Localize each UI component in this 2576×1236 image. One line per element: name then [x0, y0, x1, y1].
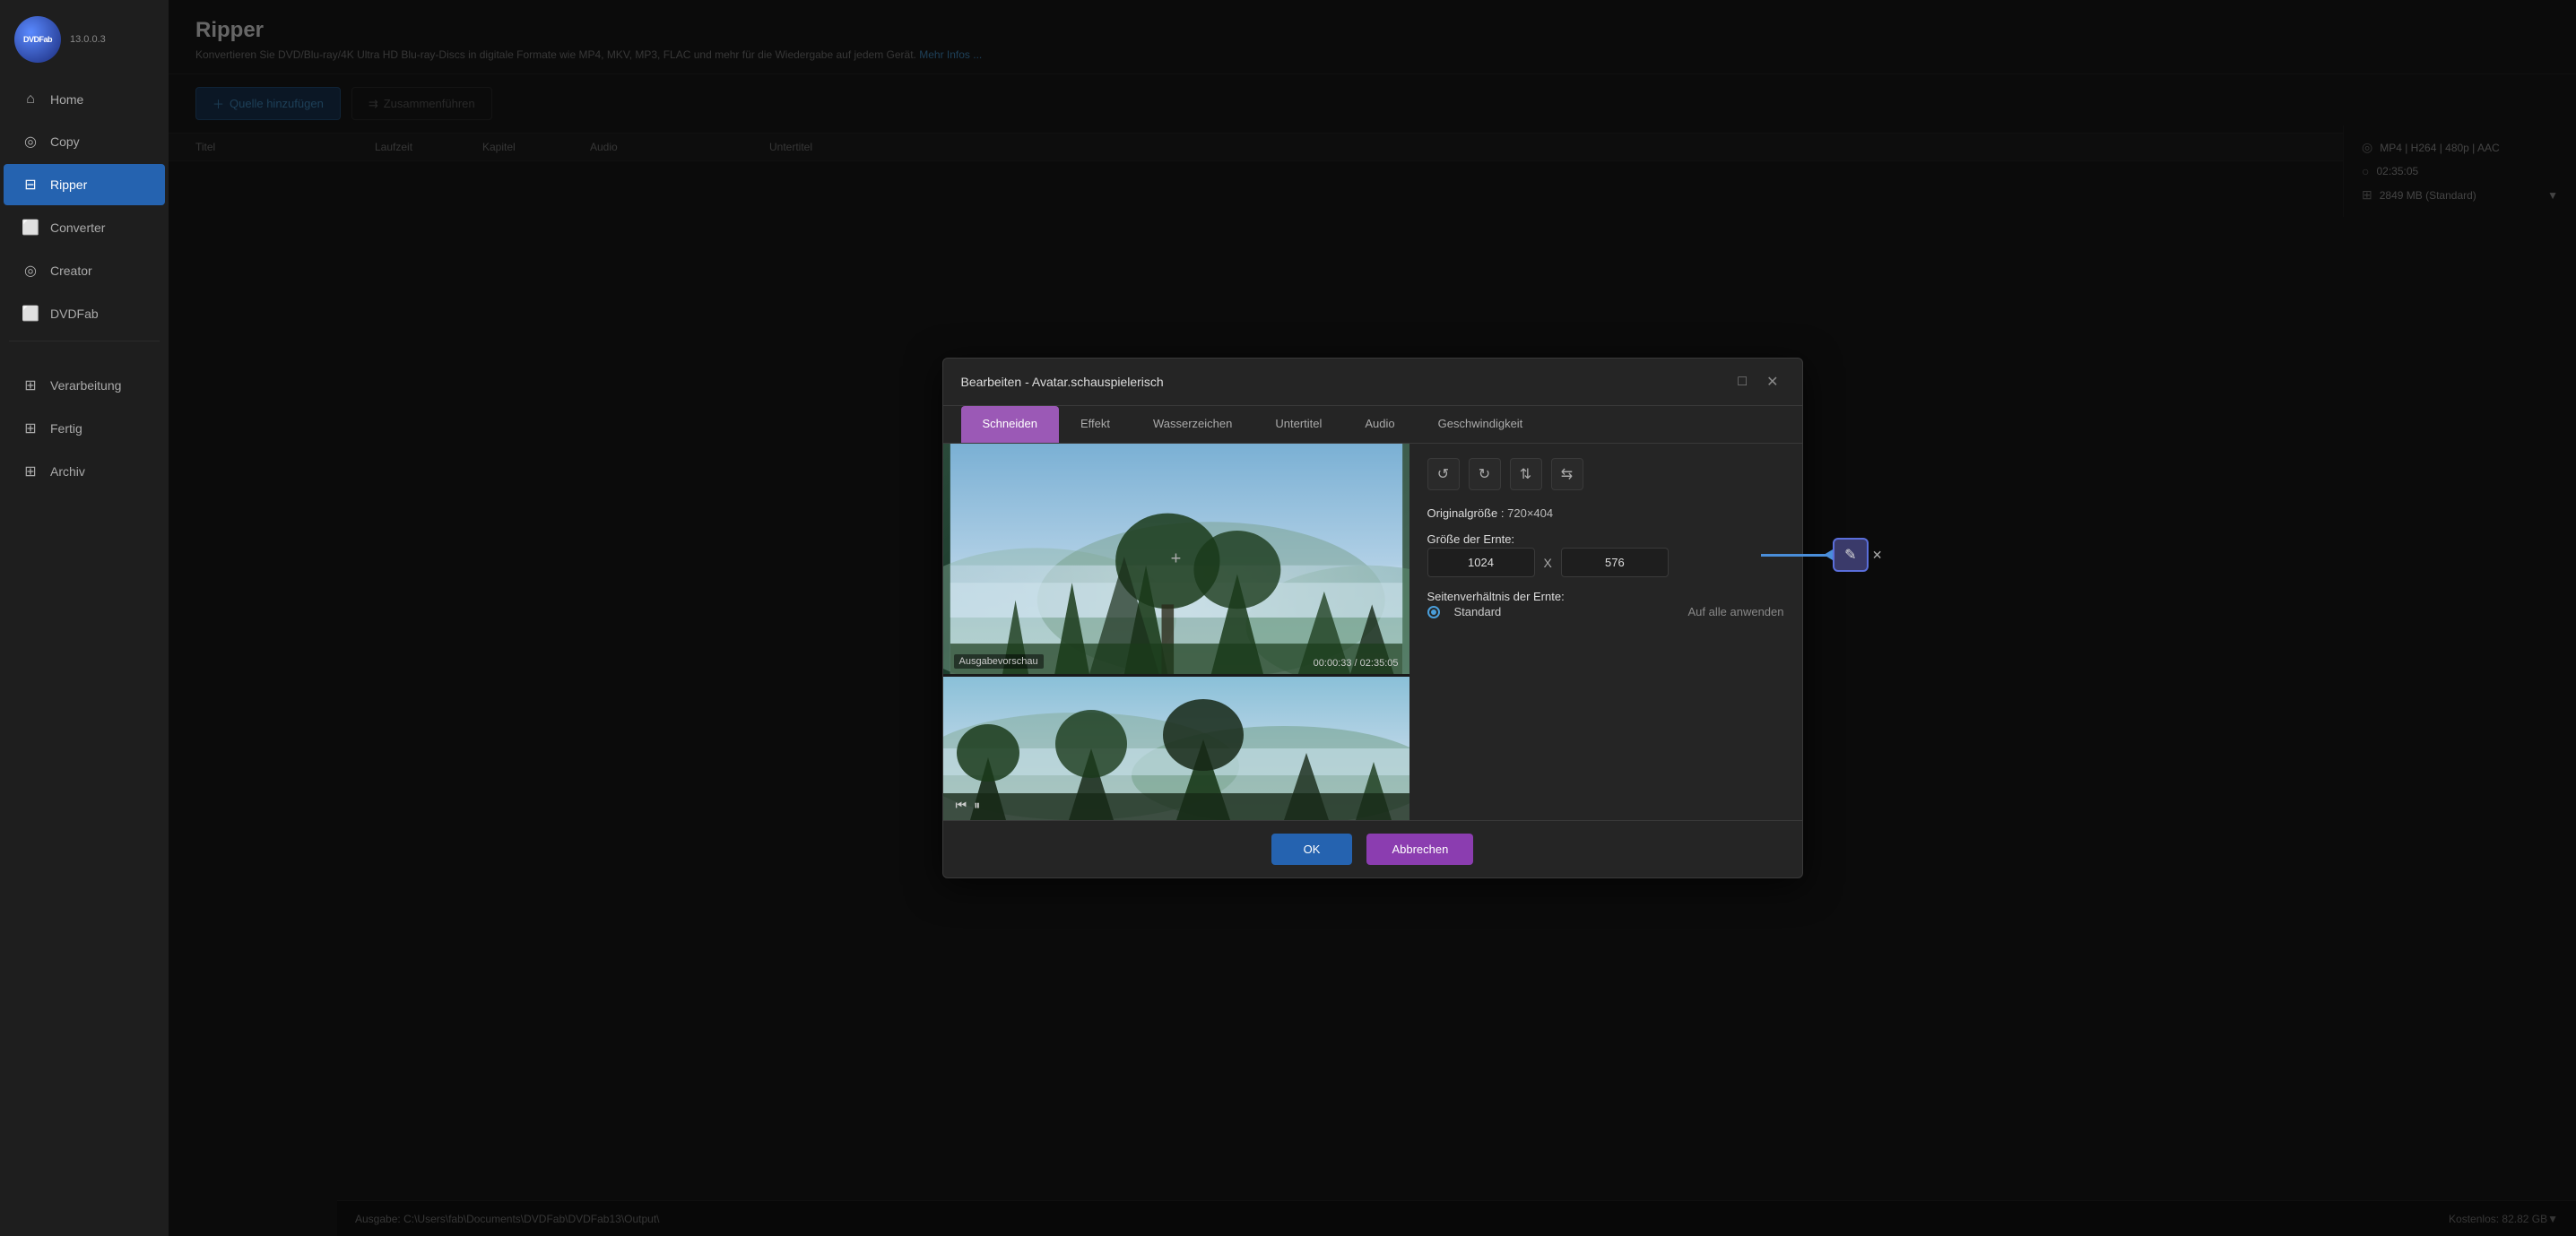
forest-scene-bottom	[943, 677, 1409, 820]
arrow-tooltip: ✎ ✕	[1761, 538, 1883, 572]
creator-icon: ◎	[22, 262, 39, 280]
sidebar-item-archiv-label: Archiv	[50, 464, 85, 479]
play-pause-button[interactable]: ⏸	[972, 796, 982, 815]
modal-maximize-button[interactable]: □	[1732, 372, 1752, 392]
rotate-right-button[interactable]: ↻	[1469, 458, 1501, 490]
sidebar-item-copy[interactable]: ◎ Copy	[4, 121, 165, 162]
crop-width-input[interactable]	[1427, 548, 1535, 577]
sidebar-item-fertig-label: Fertig	[50, 421, 82, 436]
sidebar-item-dvdfab[interactable]: ⬜ DVDFab	[4, 293, 165, 334]
tab-wasserzeichen[interactable]: Wasserzeichen	[1132, 406, 1253, 443]
close-icon: ✕	[1766, 375, 1778, 390]
modal-close-button[interactable]: ✕	[1761, 371, 1783, 393]
modal-title: Bearbeiten - Avatar.schauspielerisch	[961, 375, 1164, 389]
tab-audio[interactable]: Audio	[1343, 406, 1416, 443]
aspect-ratio-field: Seitenverhältnis der Ernte: Standard Auf…	[1427, 590, 1784, 618]
verarbeitung-icon: ⊞	[22, 376, 39, 394]
plus-icon: +	[1171, 549, 1182, 568]
transform-buttons-row: ↺ ↻ ⇅ ⇆	[1427, 458, 1784, 490]
app-logo: DVDFab 13.0.0.3	[0, 0, 169, 79]
original-size-field: Originalgröße : 720×404	[1427, 506, 1784, 520]
sidebar-item-home[interactable]: ⌂ Home	[4, 80, 165, 119]
flip-h-icon: ⇆	[1561, 465, 1573, 483]
sidebar-item-fertig[interactable]: ⊞ Fertig	[4, 408, 165, 449]
edit-controls-section: ↺ ↻ ⇅ ⇆ Originalgröße	[1409, 444, 1802, 820]
flip-vertical-button[interactable]: ⇅	[1510, 458, 1542, 490]
rotate-right-icon: ↻	[1479, 465, 1490, 483]
standard-radio[interactable]	[1427, 606, 1440, 618]
rotate-left-button[interactable]: ↺	[1427, 458, 1460, 490]
sidebar-item-archiv[interactable]: ⊞ Archiv	[4, 451, 165, 492]
edit-modal: Bearbeiten - Avatar.schauspielerisch □ ✕…	[942, 358, 1803, 878]
tab-untertitel[interactable]: Untertitel	[1253, 406, 1343, 443]
sidebar-item-converter-label: Converter	[50, 220, 105, 235]
sidebar-item-verarbeitung[interactable]: ⊞ Verarbeitung	[4, 365, 165, 406]
home-icon: ⌂	[22, 91, 39, 108]
prev-frame-button[interactable]: ⏮	[954, 796, 969, 815]
video-top-frame: + Ausgabevorschau 00:00:33 / 02:35:05	[943, 444, 1409, 674]
crop-size-label: Größe der Ernte:	[1427, 532, 1784, 546]
ripper-icon: ⊟	[22, 176, 39, 194]
copy-icon: ◎	[22, 133, 39, 151]
prev-icon: ⏮	[956, 798, 967, 812]
fertig-icon: ⊞	[22, 419, 39, 437]
sidebar-item-creator[interactable]: ◎ Creator	[4, 250, 165, 291]
sidebar-item-converter[interactable]: ⬜ Converter	[4, 207, 165, 248]
video-controls: ⏮ ⏸	[954, 796, 983, 815]
output-preview-label: Ausgabevorschau	[954, 654, 1044, 669]
tab-schneiden[interactable]: Schneiden	[961, 406, 1059, 443]
modal-header: Bearbeiten - Avatar.schauspielerisch □ ✕	[943, 359, 1802, 406]
sidebar: DVDFab 13.0.0.3 ⌂ Home ◎ Copy ⊟ Ripper ⬜…	[0, 0, 169, 1236]
arrow-head	[1824, 549, 1833, 560]
flip-v-icon: ⇅	[1520, 465, 1531, 483]
video-bottom-frame: ⏮ ⏸	[943, 677, 1409, 820]
modal-footer: OK Abbrechen	[943, 820, 1802, 877]
rotate-left-icon: ↺	[1437, 465, 1449, 483]
converter-icon: ⬜	[22, 219, 39, 237]
pencil-icon: ✎	[1844, 546, 1856, 564]
archiv-icon: ⊞	[22, 462, 39, 480]
dvdfab-icon: ⬜	[22, 305, 39, 323]
original-size-value: 720×404	[1507, 506, 1553, 520]
main-content: Ripper Konvertieren Sie DVD/Blu-ray/4K U…	[169, 0, 2576, 1236]
sidebar-item-creator-label: Creator	[50, 264, 92, 278]
play-icon: ⏸	[974, 798, 980, 812]
arrow-line	[1761, 554, 1833, 557]
aspect-ratio-row: Standard Auf alle anwenden	[1427, 605, 1784, 618]
sidebar-item-home-label: Home	[50, 92, 83, 107]
video-preview-section: + Ausgabevorschau 00:00:33 / 02:35:05	[943, 444, 1409, 820]
sidebar-item-copy-label: Copy	[50, 134, 80, 149]
modal-header-controls: □ ✕	[1732, 371, 1783, 393]
tab-effekt[interactable]: Effekt	[1059, 406, 1132, 443]
tab-geschwindigkeit[interactable]: Geschwindigkeit	[1417, 406, 1545, 443]
video-center-plus: +	[1171, 549, 1182, 569]
crop-inputs-row: X	[1427, 548, 1784, 577]
maximize-icon: □	[1738, 374, 1747, 389]
original-size-label: Originalgröße	[1427, 506, 1498, 520]
crop-x-separator: X	[1544, 556, 1552, 570]
modal-tabs: Schneiden Effekt Wasserzeichen Untertite…	[943, 406, 1802, 444]
crop-height-input[interactable]	[1561, 548, 1669, 577]
standard-label: Standard	[1454, 605, 1502, 618]
apply-all-button[interactable]: Auf alle anwenden	[1688, 605, 1784, 618]
sidebar-item-dvdfab-label: DVDFab	[50, 307, 99, 321]
app-version: 13.0.0.3	[70, 34, 106, 45]
logo-image: DVDFab	[14, 16, 61, 63]
modal-overlay: Bearbeiten - Avatar.schauspielerisch □ ✕…	[169, 0, 2576, 1236]
aspect-ratio-label: Seitenverhältnis der Ernte:	[1427, 590, 1784, 603]
tooltip-close-button[interactable]: ✕	[1872, 548, 1883, 563]
sidebar-item-verarbeitung-label: Verarbeitung	[50, 378, 121, 393]
ok-button[interactable]: OK	[1271, 834, 1353, 865]
flip-horizontal-button[interactable]: ⇆	[1551, 458, 1583, 490]
sidebar-item-ripper-label: Ripper	[50, 177, 87, 192]
crop-size-field: Größe der Ernte: X	[1427, 532, 1784, 577]
modal-body: + Ausgabevorschau 00:00:33 / 02:35:05	[943, 444, 1802, 820]
sidebar-item-ripper[interactable]: ⊟ Ripper	[4, 164, 165, 205]
cancel-button[interactable]: Abbrechen	[1366, 834, 1473, 865]
tooltip-box: ✎	[1833, 538, 1869, 572]
video-time-display: 00:00:33 / 02:35:05	[1314, 658, 1399, 669]
